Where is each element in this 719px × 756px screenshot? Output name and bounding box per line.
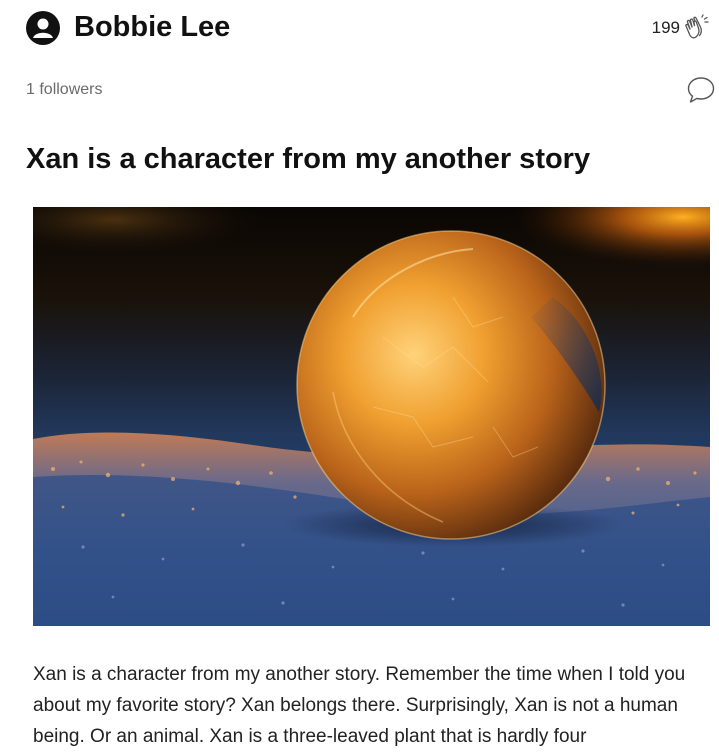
post-title: Xan is a character from my another story — [26, 143, 591, 175]
clap-icon[interactable] — [681, 13, 711, 43]
post-body: Xan is a character from my another story… — [33, 664, 686, 747]
user-avatar-icon[interactable] — [26, 11, 60, 45]
clap-count: 199 — [651, 18, 680, 37]
author-name[interactable]: Bobbie Lee — [74, 10, 230, 44]
comment-icon[interactable] — [686, 75, 716, 105]
clap-button[interactable]: 199 — [652, 13, 711, 43]
hero-image — [33, 207, 710, 626]
frozen-bubble-image — [33, 207, 710, 626]
post-header: Bobbie Lee 199 — [26, 10, 711, 46]
followers-count[interactable]: 1 followers — [26, 80, 102, 100]
